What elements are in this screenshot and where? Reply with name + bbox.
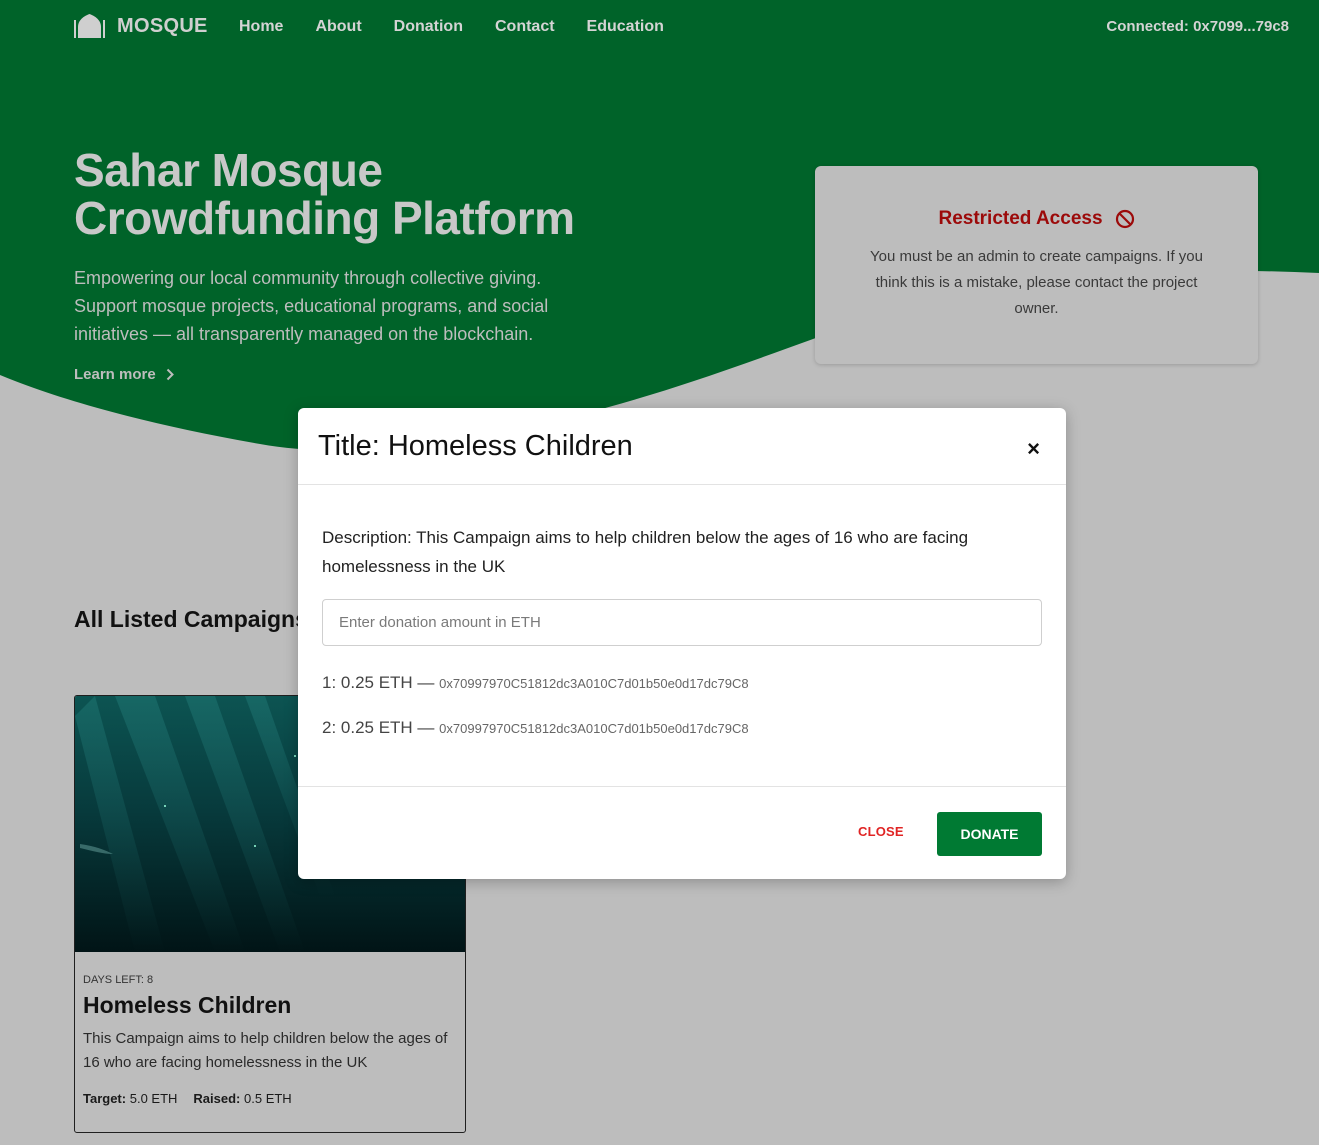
learn-more-link[interactable]: Learn more xyxy=(74,366,174,383)
nav-link-contact[interactable]: Contact xyxy=(495,18,555,36)
close-button[interactable]: CLOSE xyxy=(858,824,904,839)
nav-link-donation[interactable]: Donation xyxy=(394,18,463,36)
nav-link-home[interactable]: Home xyxy=(239,18,283,36)
restricted-message: You must be an admin to create campaigns… xyxy=(870,248,1203,317)
hero-title-line1: Sahar Mosque xyxy=(74,144,383,196)
days-left: DAYS LEFT: 8 xyxy=(83,974,154,986)
modal-header: Title: Homeless Children × xyxy=(298,408,1066,485)
donor-address: 0x70997970C51812dc3A010C7d01b50e0d17dc79… xyxy=(439,721,749,736)
campaign-card-body: DAYS LEFT: 8 Homeless Children This Camp… xyxy=(75,952,465,1106)
restricted-title: Restricted Access xyxy=(815,208,1258,230)
donation-item: 1: 0.25 ETH — 0x70997970C51812dc3A010C7d… xyxy=(322,673,749,695)
modal-body: Description: This Campaign aims to help … xyxy=(298,485,1066,786)
campaigns-section-title: All Listed Campaigns xyxy=(74,606,308,632)
forbidden-icon xyxy=(1115,209,1134,229)
close-icon[interactable]: × xyxy=(1027,438,1040,460)
hero-title: Sahar Mosque Crowdfunding Platform xyxy=(74,146,674,242)
raised-amount: Raised: 0.5 ETH xyxy=(193,1091,291,1106)
raised-value: 0.5 ETH xyxy=(244,1091,292,1106)
target-label: Target: xyxy=(83,1091,127,1106)
target-amount: Target: 5.0 ETH xyxy=(83,1091,177,1106)
campaign-title: Homeless Children xyxy=(83,992,292,1018)
modal-footer: CLOSE DONATE xyxy=(298,786,1066,880)
top-navbar: MOSQUE Home About Donation Contact Educa… xyxy=(0,0,1319,56)
wallet-status[interactable]: Connected: 0x7099...79c8 xyxy=(1106,18,1289,35)
restricted-title-label: Restricted Access xyxy=(938,208,1103,229)
nav-links: Home About Donation Contact Education xyxy=(239,18,664,36)
donation-amount: 2: 0.25 ETH — xyxy=(322,718,435,737)
brand-logo[interactable]: MOSQUE xyxy=(74,14,208,38)
nav-link-education[interactable]: Education xyxy=(587,18,664,36)
target-value: 5.0 ETH xyxy=(129,1091,178,1106)
modal-title: Title: Homeless Children xyxy=(318,430,633,462)
donation-amount: 1: 0.25 ETH — xyxy=(322,673,435,692)
donation-amount-input[interactable] xyxy=(322,599,1042,646)
hero-title-line2: Crowdfunding Platform xyxy=(74,192,575,244)
hero-subtitle: Empowering our local community through c… xyxy=(74,268,549,344)
campaign-meta: Target: 5.0 ETH Raised: 0.5 ETH xyxy=(83,1091,457,1106)
learn-more-label: Learn more xyxy=(74,366,156,383)
mosque-icon xyxy=(74,14,105,38)
nav-link-about[interactable]: About xyxy=(315,18,361,36)
donation-list: 1: 0.25 ETH — 0x70997970C51812dc3A010C7d… xyxy=(322,673,749,763)
donation-modal: Title: Homeless Children × Description: … xyxy=(298,408,1066,879)
restricted-access-panel: Restricted Access You must be an admin t… xyxy=(815,166,1258,364)
donation-item: 2: 0.25 ETH — 0x70997970C51812dc3A010C7d… xyxy=(322,718,749,740)
brand-name: MOSQUE xyxy=(117,14,208,37)
raised-label: Raised: xyxy=(193,1091,241,1106)
modal-description: Description: This Campaign aims to help … xyxy=(322,528,969,576)
chevron-right-icon xyxy=(166,368,174,381)
donate-button[interactable]: DONATE xyxy=(937,812,1042,856)
campaign-description: This Campaign aims to help children belo… xyxy=(83,1030,448,1071)
donor-address: 0x70997970C51812dc3A010C7d01b50e0d17dc79… xyxy=(439,676,749,691)
